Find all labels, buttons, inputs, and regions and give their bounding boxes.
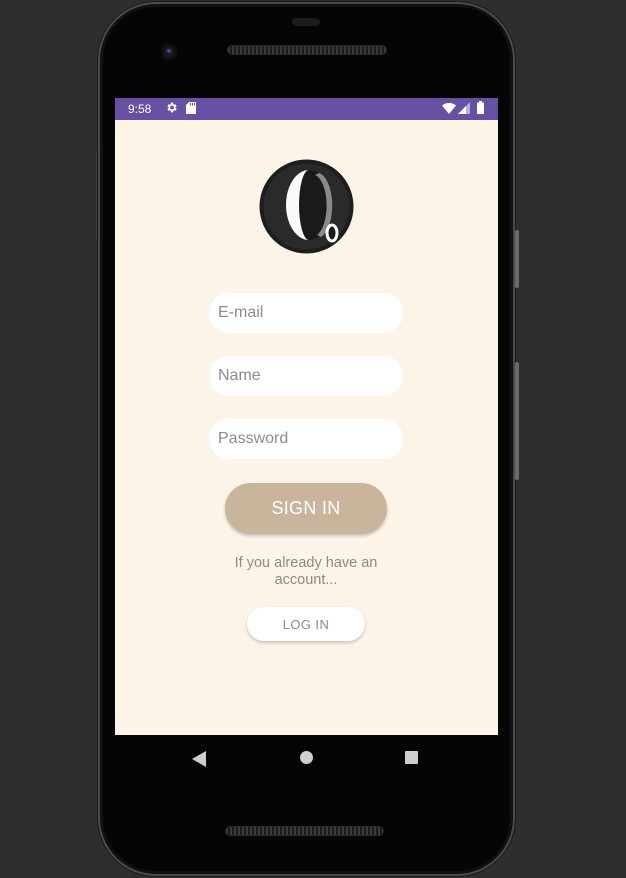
status-bar: 9:58 — [115, 98, 498, 120]
sd-card-icon — [186, 102, 196, 114]
sign-in-button[interactable]: SIGN IN — [225, 483, 387, 534]
power-button[interactable] — [515, 230, 519, 288]
log-in-button[interactable]: LOG IN — [247, 607, 365, 641]
letter-q-logo — [259, 159, 354, 254]
status-time: 9:58 — [128, 102, 152, 116]
earpiece — [292, 18, 320, 26]
email-field[interactable] — [209, 293, 403, 333]
navigation-bar — [115, 735, 498, 783]
battery-icon — [477, 101, 484, 114]
bottom-speaker-grille — [226, 827, 383, 835]
home-icon[interactable] — [300, 751, 313, 764]
volume-button[interactable] — [515, 362, 519, 480]
back-icon[interactable] — [192, 751, 206, 767]
cell-signal-icon — [458, 102, 470, 114]
top-speaker-grille — [228, 46, 386, 54]
app-screen: 9:58 SIGN IN If you alre — [115, 98, 498, 735]
name-field[interactable] — [209, 356, 403, 396]
recent-apps-icon[interactable] — [405, 751, 418, 764]
wifi-icon — [442, 102, 456, 114]
settings-icon — [167, 102, 177, 113]
already-have-account-text: If you already have an account... — [234, 555, 378, 588]
front-camera — [161, 44, 177, 60]
password-field[interactable] — [209, 419, 403, 459]
